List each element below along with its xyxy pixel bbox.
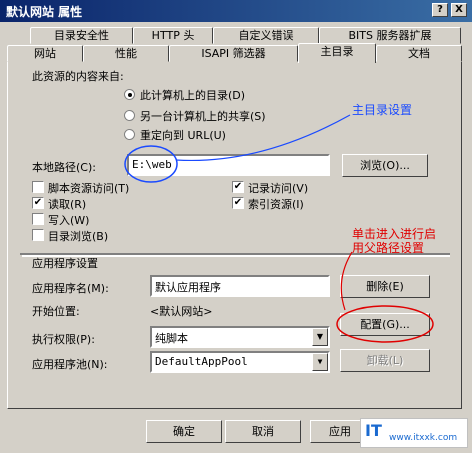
tab-http-headers[interactable]: HTTP 头 — [133, 27, 213, 44]
chk-directory-browse-label: 目录浏览(B) — [48, 230, 109, 243]
chk-script-source[interactable] — [32, 181, 44, 193]
chk-write[interactable] — [32, 213, 44, 225]
local-path-input[interactable]: E:\web — [127, 154, 330, 176]
app-pool-label: 应用程序池(N): — [32, 358, 108, 371]
chk-script-source-label: 脚本资源访问(T) — [48, 182, 130, 195]
chk-index-resource[interactable]: ✔ — [232, 197, 244, 209]
execute-permissions-select[interactable]: 纯脚本 ▼ — [150, 326, 330, 348]
execute-permissions-label: 执行权限(P): — [32, 333, 95, 346]
chk-log-visits-label: 记录访问(V) — [248, 182, 309, 195]
chk-write-label: 写入(W) — [48, 214, 90, 227]
tab-isapi-filters[interactable]: ISAPI 筛选器 — [169, 45, 298, 62]
title-bar: 默认网站 属性 ? X — [0, 0, 472, 22]
remove-button[interactable]: 删除(E) — [340, 275, 430, 298]
local-path-label: 本地路径(C): — [32, 161, 96, 174]
window-title: 默认网站 属性 — [6, 5, 83, 19]
radio-redirect-url-label: 重定向到 URL(U) — [140, 129, 226, 142]
watermark-logo: IT www.itxxk.com — [360, 418, 468, 448]
radio-local-directory-label: 此计算机上的目录(D) — [140, 89, 246, 102]
start-position-label: 开始位置: — [32, 305, 80, 318]
tab-directory-security[interactable]: 目录安全性 — [30, 27, 133, 44]
watermark-it-icon: IT — [365, 421, 382, 440]
help-button[interactable]: ? — [432, 3, 448, 17]
annotation-parent-path-line2: 用父路径设置 — [352, 241, 425, 255]
cancel-button[interactable]: 取消 — [225, 420, 301, 443]
app-settings-heading: 应用程序设置 — [32, 257, 98, 270]
tab-website[interactable]: 网站 — [7, 45, 83, 62]
app-pool-select[interactable]: DefaultAppPool ▼ — [150, 351, 330, 373]
app-name-input[interactable]: 默认应用程序 — [150, 275, 330, 297]
annotation-main-dir: 主目录设置 — [352, 103, 413, 117]
close-button[interactable]: X — [451, 3, 467, 17]
chk-index-resource-label: 索引资源(I) — [248, 198, 304, 211]
tab-documents[interactable]: 文档 — [376, 45, 462, 62]
tab-home-directory[interactable]: 主目录 — [298, 43, 376, 63]
annotation-parent-path-line1: 单击进入进行启 — [352, 227, 437, 241]
browse-button[interactable]: 浏览(O)... — [342, 154, 428, 177]
chk-directory-browse[interactable] — [32, 229, 44, 241]
chevron-down-icon[interactable]: ▼ — [312, 328, 328, 346]
start-position-value: <默认网站> — [150, 305, 213, 318]
source-heading: 此资源的内容来自: — [32, 70, 124, 83]
ok-button[interactable]: 确定 — [146, 420, 222, 443]
watermark-url: www.itxxk.com — [389, 433, 458, 443]
radio-redirect-url[interactable] — [124, 129, 135, 140]
execute-permissions-value: 纯脚本 — [155, 332, 188, 345]
tab-bits-extensions[interactable]: BITS 服务器扩展 — [319, 27, 461, 44]
unload-button[interactable]: 卸载(L) — [340, 349, 430, 372]
app-pool-value: DefaultAppPool — [155, 355, 248, 368]
chevron-down-icon[interactable]: ▼ — [312, 353, 328, 371]
radio-network-share-label: 另一台计算机上的共享(S) — [140, 110, 266, 123]
config-button[interactable]: 配置(G)... — [340, 313, 430, 336]
radio-local-directory[interactable] — [124, 89, 135, 100]
chk-read-label: 读取(R) — [48, 198, 87, 211]
tab-performance[interactable]: 性能 — [83, 45, 169, 62]
radio-network-share[interactable] — [124, 110, 135, 121]
tab-custom-errors[interactable]: 自定义错误 — [213, 27, 319, 44]
chk-read[interactable]: ✔ — [32, 197, 44, 209]
app-name-label: 应用程序名(M): — [32, 282, 109, 295]
chk-log-visits[interactable]: ✔ — [232, 181, 244, 193]
